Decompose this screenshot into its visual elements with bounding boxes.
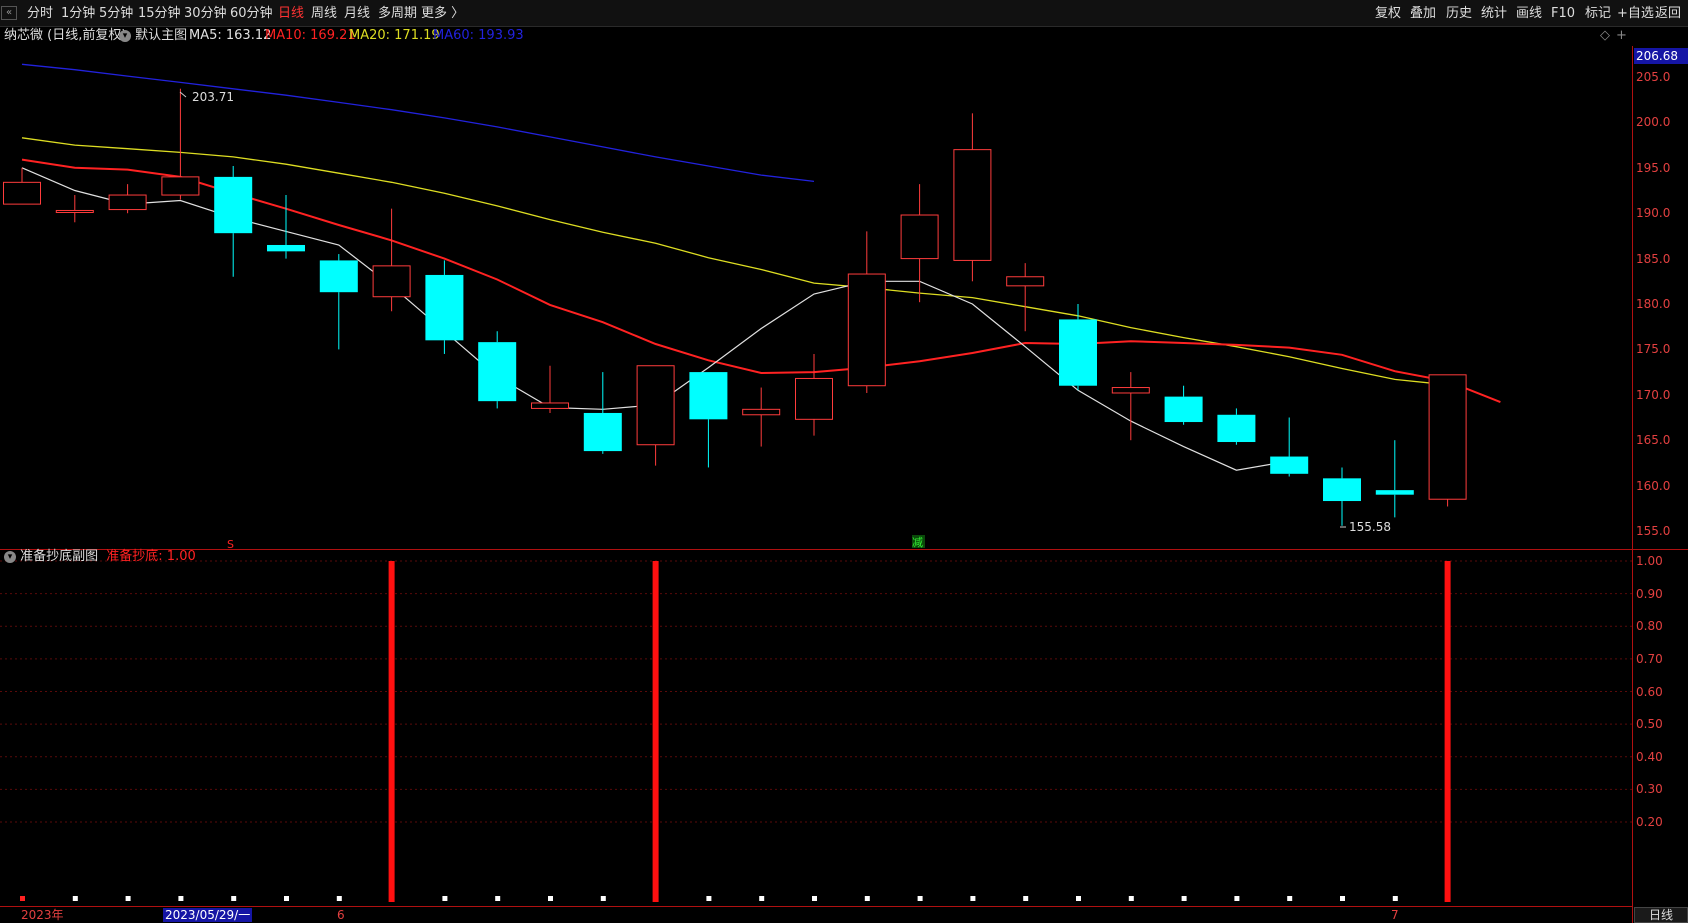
baseline-dot bbox=[178, 896, 184, 901]
price-tick: 160.0 bbox=[1636, 478, 1671, 493]
candle-body-up bbox=[55, 209, 94, 213]
candle-body-down bbox=[267, 244, 305, 252]
baseline-dot bbox=[548, 896, 553, 901]
candle-body-up bbox=[847, 273, 886, 387]
baseline-dot bbox=[917, 896, 923, 901]
x-crosshair-date: 2023/05/29/一 bbox=[163, 908, 253, 922]
sub-tick: 1.00 bbox=[1636, 554, 1663, 568]
sub-tick: 0.40 bbox=[1636, 749, 1663, 764]
candle-body-up bbox=[900, 214, 939, 260]
signal-bar bbox=[1444, 561, 1451, 902]
candle-body-up bbox=[742, 408, 781, 416]
sub-tick: 0.20 bbox=[1636, 815, 1663, 829]
candle-body-down bbox=[1270, 456, 1309, 474]
x-month-7: 7 bbox=[1391, 908, 1399, 922]
sub-chart-title[interactable]: 准备抄底副图 bbox=[20, 549, 98, 564]
price-tick: 190.0 bbox=[1636, 206, 1671, 221]
baseline-dot bbox=[1076, 896, 1081, 901]
sub-tick: 0.90 bbox=[1636, 586, 1663, 601]
candle-body-up bbox=[161, 176, 200, 196]
baseline-dot bbox=[812, 896, 817, 901]
price-tick: 175.0 bbox=[1636, 342, 1671, 357]
sub-tick: 0.80 bbox=[1636, 619, 1663, 634]
candle-body-up bbox=[1428, 374, 1467, 500]
sub-chart-header: ▾ 准备抄底副图 准备抄底: 1.00 bbox=[4, 549, 196, 565]
sub-grid bbox=[0, 560, 1632, 823]
signal-bar bbox=[388, 561, 395, 902]
candle-body-up bbox=[531, 402, 569, 409]
baseline-dot bbox=[759, 896, 765, 901]
baseline-dot bbox=[336, 896, 342, 901]
baseline-dot bbox=[231, 896, 237, 901]
candle-body-down bbox=[1164, 396, 1203, 423]
price-tick: 200.0 bbox=[1636, 115, 1671, 130]
x-month-6: 6 bbox=[337, 908, 345, 922]
mark-s: S bbox=[227, 538, 234, 551]
high-label: 203.71 bbox=[192, 90, 234, 104]
candle-body-up bbox=[636, 365, 675, 446]
baseline-dot bbox=[284, 896, 289, 901]
price-tick: 185.0 bbox=[1636, 251, 1671, 266]
sub-tick: 0.50 bbox=[1636, 717, 1663, 732]
candle-body-up bbox=[1111, 387, 1150, 394]
signal-bars bbox=[388, 561, 1451, 902]
candle-body-up bbox=[3, 181, 41, 205]
candles bbox=[3, 88, 1467, 526]
candle-body-up bbox=[372, 265, 411, 298]
baseline-dot bbox=[1392, 896, 1398, 901]
sub-chart-value: 准备抄底: 1.00 bbox=[106, 549, 196, 564]
candle-body-down bbox=[319, 260, 358, 293]
candle-body-up bbox=[108, 194, 147, 211]
candle-body-down bbox=[1217, 414, 1256, 443]
period-status-tab[interactable]: 日线 bbox=[1634, 907, 1688, 923]
candle-body-down bbox=[583, 412, 622, 452]
candle-body-up bbox=[953, 149, 992, 261]
low-label: 155.58 bbox=[1349, 520, 1391, 534]
candle-body-up bbox=[795, 377, 833, 420]
mark-jian: 减 bbox=[912, 536, 923, 549]
candle-body-down bbox=[425, 274, 464, 341]
baseline-dot bbox=[600, 896, 606, 901]
baseline-dot bbox=[495, 896, 501, 901]
kline-chart[interactable]: 203.71 155.58 S 减 bbox=[0, 0, 1688, 923]
baseline-dot bbox=[1287, 896, 1293, 901]
chevron-down-icon[interactable]: ▾ bbox=[4, 550, 16, 563]
baseline-dot bbox=[1340, 896, 1345, 901]
baseline-dot bbox=[864, 896, 870, 901]
sub-tick: 0.70 bbox=[1636, 651, 1663, 666]
price-tick: 165.0 bbox=[1636, 433, 1671, 448]
baseline-dot bbox=[72, 896, 78, 901]
ma60-line bbox=[21, 63, 815, 183]
candle-body-down bbox=[689, 372, 728, 420]
candle-body-down bbox=[214, 176, 253, 234]
price-tick: 205.0 bbox=[1636, 70, 1671, 84]
price-tick: 195.0 bbox=[1636, 160, 1671, 175]
baseline-dot bbox=[20, 896, 25, 901]
candle-body-down bbox=[1375, 490, 1414, 495]
baseline-dot bbox=[1234, 896, 1240, 901]
sub-tick: 0.60 bbox=[1636, 684, 1663, 699]
price-tick: 180.0 bbox=[1636, 297, 1671, 311]
baseline-dot bbox=[1023, 896, 1029, 901]
last-price-badge: 206.68 bbox=[1634, 48, 1688, 64]
candle-body-up bbox=[1006, 276, 1045, 287]
kline-app: « 分时 1分钟 5分钟 15分钟 30分钟 60分钟 日线 周线 月线 多周期… bbox=[0, 0, 1688, 923]
signal-bar bbox=[652, 561, 659, 902]
price-tick: 170.0 bbox=[1636, 387, 1671, 402]
sub-tick: 0.30 bbox=[1636, 782, 1663, 797]
baseline-dot bbox=[125, 896, 131, 901]
baseline-dot bbox=[442, 896, 448, 901]
candle-body-down bbox=[1323, 478, 1361, 502]
x-year: 2023年 bbox=[21, 908, 64, 922]
baseline-dot bbox=[1128, 896, 1134, 901]
candle-body-down bbox=[1059, 319, 1097, 386]
baseline-dot bbox=[1181, 896, 1187, 901]
baseline-dot bbox=[970, 896, 976, 901]
x-dots bbox=[20, 896, 1398, 901]
candle-body-down bbox=[478, 342, 517, 402]
price-tick: 155.0 bbox=[1636, 524, 1671, 538]
baseline-dot bbox=[706, 896, 712, 901]
